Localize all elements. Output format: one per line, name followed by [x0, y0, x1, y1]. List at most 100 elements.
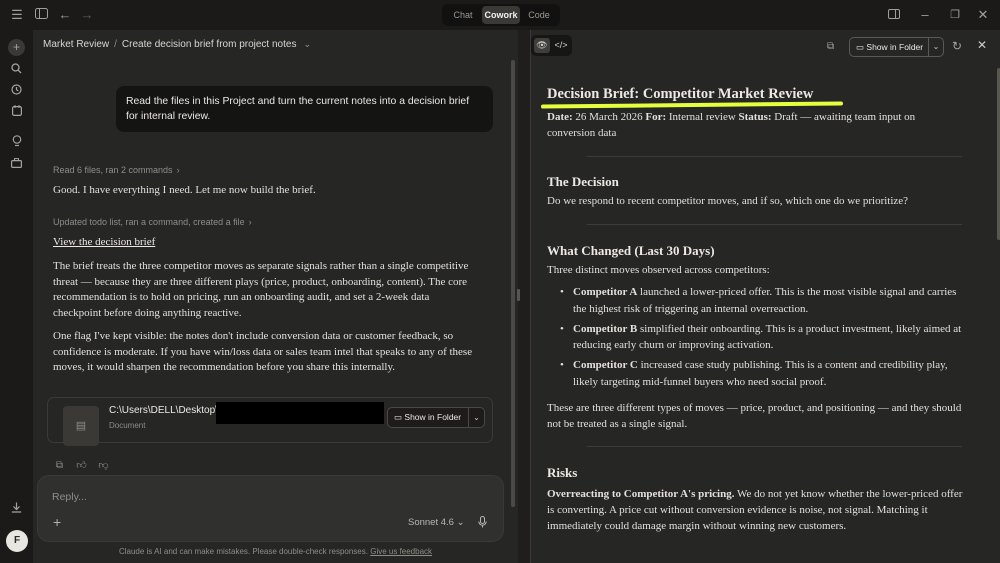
restore-icon[interactable]: ❐	[947, 7, 963, 23]
changes-list: Competitor A launched a lower-priced off…	[547, 284, 963, 390]
reply-input[interactable]: Reply...	[52, 491, 87, 503]
left-rail: + F	[0, 30, 33, 563]
view-toggle: 👁︎ </>	[531, 35, 572, 56]
resize-handle[interactable]	[517, 289, 520, 301]
chevron-down-icon: ⌄	[456, 517, 465, 528]
breadcrumb-project[interactable]: Market Review	[43, 39, 109, 50]
title-bar: ☰ ← → Chat Cowork Code – ❐ ✕	[0, 0, 1000, 30]
code-icon[interactable]: </>	[553, 38, 569, 53]
new-chat-icon[interactable]: +	[8, 39, 25, 56]
disclaimer: Claude is AI and can make mistakes. Plea…	[33, 547, 518, 556]
section-heading: The Decision	[547, 174, 619, 189]
plus-icon[interactable]: +	[53, 514, 61, 530]
microphone-icon[interactable]	[478, 516, 487, 531]
show-in-folder-button[interactable]: ▭ Show in Folder	[849, 37, 929, 57]
date-value: 26 March 2026	[575, 111, 643, 123]
competitor-name: Competitor A	[573, 286, 638, 298]
chevron-down-icon[interactable]: ⌄	[468, 407, 485, 428]
assistant-paragraph-2: One flag I've kept visible: the notes do…	[53, 330, 473, 373]
back-arrow-icon[interactable]: ←	[57, 7, 73, 23]
breadcrumb-title[interactable]: Create decision brief from project notes	[122, 39, 297, 50]
list-item: Competitor B simplified their onboarding…	[560, 321, 963, 354]
for-label: For:	[645, 111, 667, 123]
doc-meta: Date: 26 March 2026 For: Internal review…	[547, 109, 963, 141]
copy-icon[interactable]: ⧉	[827, 41, 834, 52]
history-icon[interactable]	[8, 83, 25, 100]
minimize-icon[interactable]: –	[917, 7, 933, 23]
section-heading: What Changed (Last 30 Days)	[547, 243, 715, 258]
view-brief-link-text[interactable]: View the decision brief	[53, 236, 155, 248]
redacted-block	[216, 402, 384, 424]
close-preview-icon[interactable]: ✕	[977, 38, 987, 52]
composer[interactable]: Reply... + Sonnet 4.6 ⌄	[37, 475, 504, 542]
status-label: Status:	[738, 111, 772, 123]
list-item: Competitor C increased case study publis…	[560, 357, 963, 390]
tab-chat[interactable]: Chat	[444, 6, 482, 24]
breadcrumb: Market Review / Create decision brief from…	[43, 39, 311, 50]
list-item: Competitor A launched a lower-priced off…	[560, 284, 963, 317]
changed-intro: Three distinct moves observed across com…	[547, 264, 770, 276]
model-label: Sonnet 4.6	[408, 517, 454, 528]
message-actions: ⧉ 👍︎ 👎︎	[53, 459, 110, 472]
tool-summary-1[interactable]: Read 6 files, ran 2 commands ›	[53, 165, 180, 175]
assistant-reply-1: Good. I have everything I need. Let me n…	[53, 184, 316, 196]
tab-code[interactable]: Code	[520, 6, 558, 24]
refresh-icon[interactable]: ↻	[952, 39, 962, 53]
thumbs-down-icon[interactable]: 👎︎	[97, 459, 110, 472]
tool-summary-2-label: Updated todo list, ran a command, create…	[53, 217, 245, 227]
feedback-link[interactable]: Give us feedback	[370, 547, 432, 556]
show-in-folder-button[interactable]: ▭ Show in Folder	[387, 407, 469, 428]
changed-outro: These are three different types of moves…	[547, 402, 962, 430]
folder-icon: ▭	[856, 42, 867, 52]
model-selector[interactable]: Sonnet 4.6 ⌄	[408, 517, 465, 528]
chat-panel: Market Review / Create decision brief from…	[33, 30, 518, 563]
file-type: Document	[109, 421, 146, 430]
divider	[587, 224, 962, 225]
show-in-folder-label: Show in Folder	[404, 412, 462, 422]
avatar[interactable]: F	[6, 530, 28, 552]
decision-text: Do we respond to recent competitor moves…	[547, 195, 909, 207]
close-icon[interactable]: ✕	[975, 7, 991, 23]
assistant-paragraph-1: The brief treats the three competitor mo…	[53, 260, 469, 319]
disclaimer-text: Claude is AI and can make mistakes. Plea…	[118, 547, 368, 556]
schedule-icon[interactable]	[8, 104, 25, 121]
copy-icon[interactable]: ⧉	[53, 459, 66, 472]
search-icon[interactable]	[8, 62, 25, 79]
tab-cowork[interactable]: Cowork	[482, 6, 520, 24]
document-preview: Decision Brief: Competitor Market Review…	[540, 85, 963, 534]
show-in-folder-label: Show in Folder	[866, 42, 924, 52]
thumbs-up-icon[interactable]: 👍︎	[75, 459, 88, 472]
file-card[interactable]: ▤ C:\Users\DELL\Desktop\ Document ▭ Show…	[47, 397, 493, 446]
download-icon[interactable]	[8, 501, 25, 518]
risk-bold: Overreacting to Competitor A's pricing.	[547, 488, 735, 500]
sidebar-toggle-icon[interactable]	[33, 7, 49, 23]
eye-icon[interactable]: 👁︎	[534, 38, 550, 53]
chat-scrollbar[interactable]	[511, 60, 515, 507]
projects-icon[interactable]	[8, 156, 25, 173]
competitor-name: Competitor B	[573, 322, 638, 335]
document-icon: ▤	[63, 406, 99, 446]
section-heading: Risks	[547, 465, 578, 480]
view-brief-link[interactable]: View the decision brief	[53, 235, 473, 251]
competitor-name: Competitor C	[573, 359, 638, 371]
tool-summary-2[interactable]: Updated todo list, ran a command, create…	[53, 217, 252, 227]
doc-title-text: Decision Brief: Competitor Market Review	[547, 86, 814, 102]
mode-switcher: Chat Cowork Code	[442, 4, 560, 26]
doc-title: Decision Brief: Competitor Market Review	[540, 86, 844, 109]
menu-icon[interactable]: ☰	[9, 7, 25, 23]
forward-arrow-icon[interactable]: →	[79, 7, 95, 23]
chevron-down-icon[interactable]: ⌄	[928, 37, 944, 57]
chevron-down-icon[interactable]: ⌄	[303, 39, 311, 49]
preview-panel: 👁︎ </> ⧉ ▭ Show in Folder ⌄ ↻ ✕ Decision…	[530, 30, 1000, 563]
for-value: Internal review	[668, 111, 736, 123]
date-label: Date:	[547, 111, 573, 123]
divider	[587, 446, 962, 447]
tool-summary-1-label: Read 6 files, ran 2 commands	[53, 165, 173, 175]
breadcrumb-separator: /	[114, 39, 117, 50]
file-path: C:\Users\DELL\Desktop\	[109, 405, 218, 416]
lightbulb-icon[interactable]	[8, 135, 25, 152]
chevron-right-icon: ›	[176, 165, 180, 175]
risk-paragraph: Overreacting to Competitor A's pricing. …	[547, 486, 963, 534]
highlight-underline	[540, 101, 844, 109]
panel-layout-icon[interactable]	[886, 7, 902, 23]
